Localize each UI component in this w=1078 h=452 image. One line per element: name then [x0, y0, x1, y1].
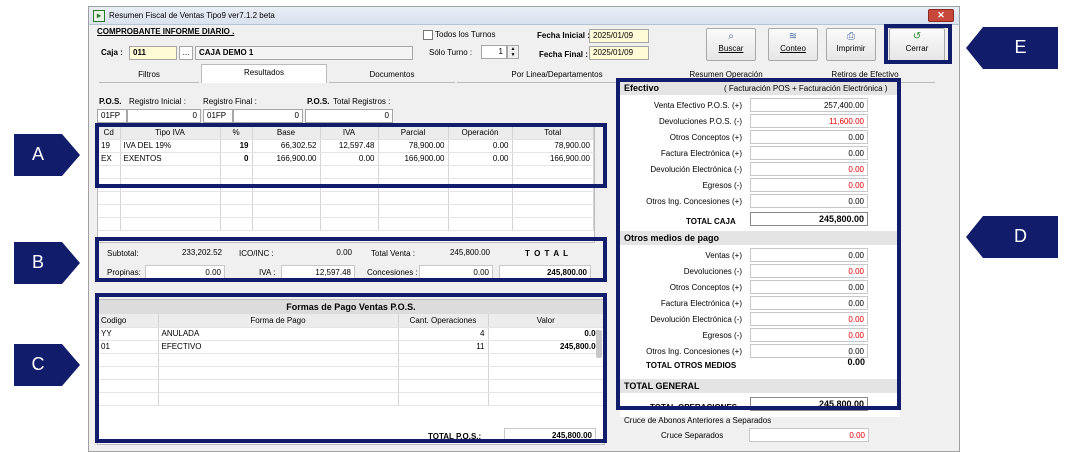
callout-label-a: A: [31, 144, 44, 164]
callout-label-c: C: [31, 354, 45, 374]
callout-layer: [14, 27, 1058, 386]
callout-label-d: D: [1014, 226, 1027, 246]
callout-label-b: B: [31, 252, 44, 272]
callout-label-e: E: [1014, 37, 1027, 57]
